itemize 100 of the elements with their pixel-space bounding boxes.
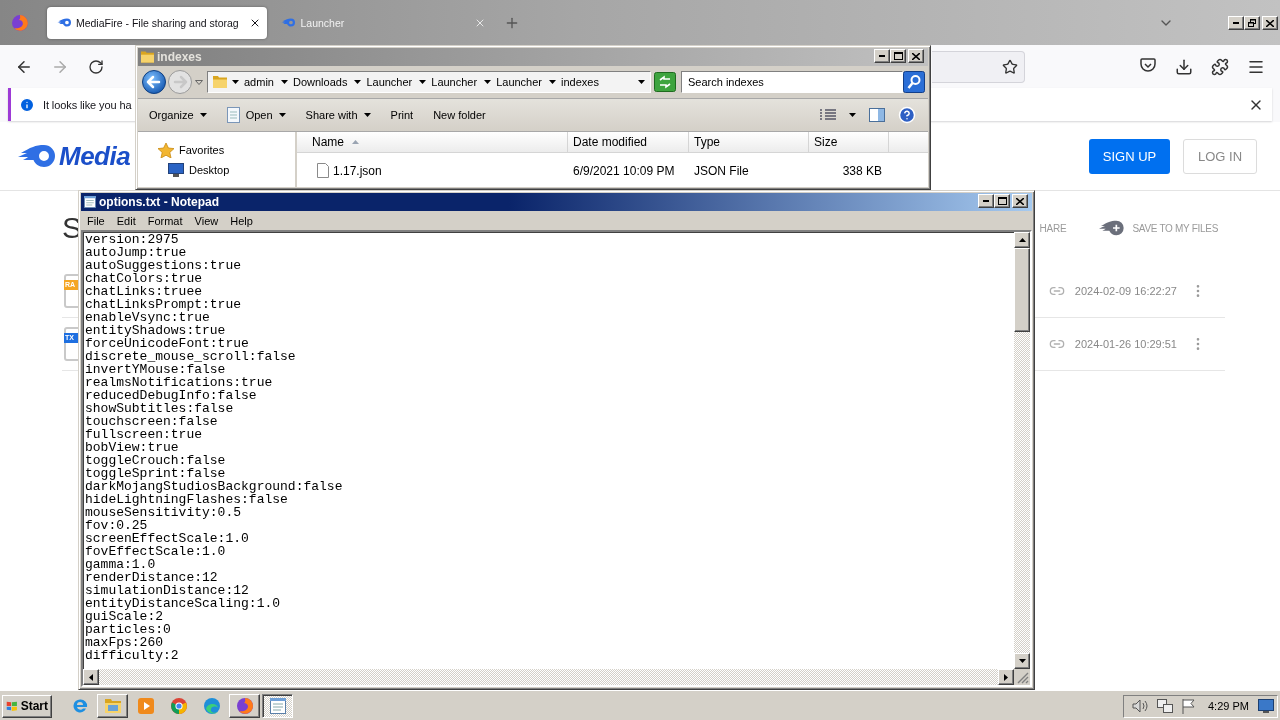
text-line: bobView:true — [85, 441, 180, 454]
caret-icon[interactable] — [484, 80, 492, 84]
breadcrumb-item[interactable]: indexes — [561, 76, 599, 88]
log-in-button[interactable]: LOG IN — [1183, 138, 1257, 174]
view-list-icon[interactable] — [820, 109, 836, 121]
text-line: showSubtitles:false — [85, 402, 234, 415]
puzzle-icon[interactable] — [1211, 57, 1229, 76]
close-button[interactable] — [1012, 194, 1028, 208]
scroll-down-button[interactable] — [1014, 653, 1030, 669]
caret-icon[interactable] — [280, 80, 288, 84]
column-header[interactable]: Size — [809, 132, 889, 153]
preview-pane-icon[interactable] — [869, 108, 885, 122]
minimize-icon — [983, 200, 989, 202]
file-date: 2024-02-09 16:22:27 — [1074, 285, 1177, 297]
resize-grip-icon[interactable] — [1017, 672, 1029, 684]
caret-icon[interactable] — [354, 80, 362, 84]
date-modified-cell-text: 6/9/2021 10:09 PM — [572, 163, 676, 178]
scroll-thumb[interactable] — [1014, 248, 1030, 332]
breadcrumb-item[interactable]: admin — [244, 76, 274, 88]
text-line: fovEffectScale:1.0 — [85, 545, 227, 558]
text-line: fov:0.25 — [85, 519, 148, 532]
folder-icon — [104, 699, 121, 713]
scroll-left-button[interactable] — [83, 669, 99, 685]
notepad-icon — [84, 195, 96, 209]
breadcrumb-item[interactable]: Launcher — [366, 76, 413, 88]
breadcrumb-item[interactable]: Launcher — [431, 76, 478, 88]
text-line: realmsNotifications:true — [85, 376, 274, 389]
bookmark-star-icon[interactable] — [1002, 58, 1018, 75]
taskbar-button[interactable] — [262, 694, 293, 718]
menu-item[interactable]: Help — [224, 215, 259, 227]
scroll-right-button[interactable] — [998, 669, 1014, 685]
network-icon[interactable] — [1157, 698, 1173, 714]
speaker-icon[interactable] — [1132, 699, 1148, 713]
scroll-up-button[interactable] — [1014, 232, 1030, 248]
folder-icon — [141, 50, 154, 64]
breadcrumb-item[interactable]: Downloads — [292, 76, 348, 88]
toolbar-button[interactable]: Print — [384, 103, 420, 127]
pouch-icon[interactable] — [1140, 57, 1156, 72]
search-icon[interactable] — [903, 71, 925, 93]
maximize-button[interactable] — [890, 49, 906, 63]
search-field[interactable]: Search indexes — [681, 71, 903, 93]
text-line: fullscreen:true — [85, 428, 204, 441]
text-line: chatLinks:truee — [85, 285, 204, 298]
help-icon[interactable] — [898, 106, 916, 124]
text-line: enableVsync:true — [85, 311, 210, 324]
refresh-icon[interactable] — [654, 72, 676, 92]
url-field[interactable] — [932, 50, 1025, 83]
nav-item[interactable]: Favorites — [179, 144, 225, 156]
toolbar-button[interactable]: Share with — [299, 103, 377, 127]
file-size-cell-text: 338 KB — [841, 163, 883, 178]
caret-icon[interactable] — [549, 80, 556, 84]
menu-item[interactable]: File — [81, 215, 111, 227]
close-icon — [912, 52, 920, 60]
text-line: autoJump:true — [85, 246, 187, 259]
close-button[interactable] — [1262, 16, 1278, 30]
minimize-button[interactable] — [978, 194, 994, 208]
minimize-icon — [1233, 22, 1239, 24]
minimize-button[interactable] — [1228, 16, 1244, 30]
browser-tab[interactable]: MediaFire - File sharing and storag — [46, 6, 268, 39]
swirl-logo-icon — [203, 698, 220, 714]
column-header[interactable]: Type — [689, 132, 809, 153]
caret-icon — [199, 113, 207, 117]
address-bar[interactable]: admin Downloads Launcher Launcher Launcher indexes — [207, 71, 651, 93]
sign-up-button[interactable]: SIGN UP — [1089, 138, 1170, 174]
toolbar-button[interactable]: Organize — [143, 103, 213, 127]
caret-icon[interactable] — [849, 113, 856, 117]
minimize-button[interactable] — [874, 49, 890, 63]
text-line: difficulty:2 — [85, 649, 180, 662]
nav-item[interactable]: Desktop — [189, 164, 230, 176]
flame-icon — [56, 18, 71, 27]
text-line: chatColors:true — [85, 272, 203, 285]
breadcrumb-item[interactable]: Launcher — [496, 76, 542, 88]
caret-icon[interactable] — [419, 80, 427, 84]
column-header[interactable]: Date modified — [568, 132, 689, 153]
arrow-up-icon — [1018, 238, 1026, 242]
horizontal-scrollbar[interactable] — [83, 669, 1014, 685]
window-title: options.txt - Notepad — [99, 195, 220, 209]
desktop-icon — [168, 163, 184, 177]
column-header[interactable]: Name — [297, 132, 568, 153]
text-line: autoSuggestions:true — [85, 259, 243, 272]
menu-item[interactable]: Format — [141, 215, 189, 227]
toolbar-button[interactable]: New folder — [427, 103, 492, 127]
text-line: reducedDebugInfo:false — [85, 389, 258, 402]
menu-item[interactable]: Edit — [110, 215, 142, 227]
caret-icon[interactable] — [638, 80, 645, 84]
download-icon[interactable] — [1175, 57, 1193, 76]
menu-item[interactable]: View — [188, 215, 225, 227]
flame-icon — [281, 18, 296, 27]
restore-button[interactable] — [1244, 16, 1260, 30]
maximize-button[interactable] — [994, 194, 1010, 208]
toolbar-button[interactable]: Open — [220, 103, 292, 127]
notification-text: It looks like you ha — [43, 98, 133, 111]
show-desktop-icon[interactable] — [1258, 699, 1274, 713]
close-button[interactable] — [908, 49, 924, 63]
reload-icon[interactable] — [88, 58, 104, 75]
caret-icon[interactable] — [232, 80, 239, 84]
vertical-scrollbar[interactable] — [1014, 232, 1030, 669]
start-button[interactable]: Start — [2, 694, 52, 718]
flag-icon[interactable] — [1182, 698, 1196, 714]
text-line: renderDistance:12 — [85, 571, 219, 584]
